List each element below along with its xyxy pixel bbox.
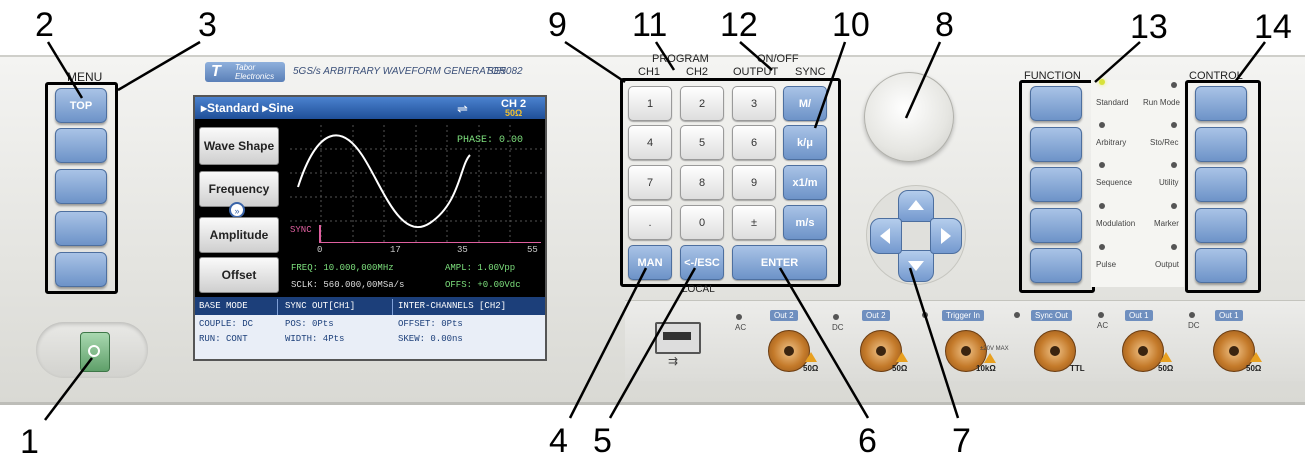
callout-9: 9 [548,6,567,44]
callout-4: 4 [549,422,568,460]
callout-13: 13 [1130,8,1168,46]
callout-leader-lines [44,40,1266,421]
callout-7: 7 [952,422,971,460]
callout-10: 10 [832,6,870,44]
callout-2: 2 [35,6,54,44]
callout-1: 1 [20,423,39,461]
callout-12: 12 [720,6,758,44]
callout-14: 14 [1254,8,1292,46]
callout-5: 5 [593,422,612,460]
callout-11: 11 [632,6,668,44]
callout-3: 3 [198,6,217,44]
callout-6: 6 [858,422,877,460]
callout-8: 8 [935,6,954,44]
